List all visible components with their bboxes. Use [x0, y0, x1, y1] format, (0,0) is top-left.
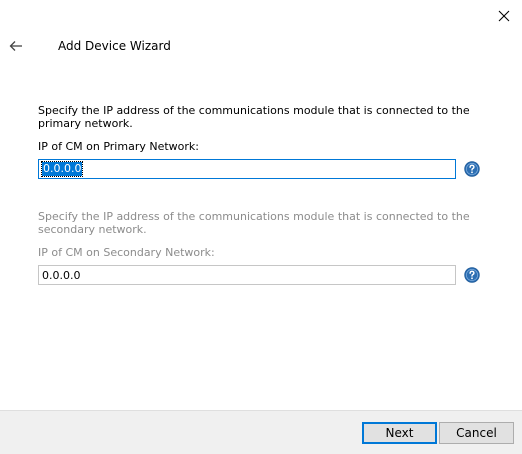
primary-description: Specify the IP address of the communicat…	[38, 104, 470, 130]
primary-network-section: Specify the IP address of the communicat…	[38, 104, 488, 179]
secondary-ip-row: 0.0.0.0	[38, 265, 488, 285]
primary-ip-label: IP of CM on Primary Network:	[38, 140, 199, 153]
secondary-ip-input[interactable]: 0.0.0.0	[38, 265, 456, 285]
primary-ip-input[interactable]: 0.0.0.0	[38, 159, 456, 179]
secondary-ip-label: IP of CM on Secondary Network:	[38, 246, 215, 259]
help-icon[interactable]	[464, 161, 480, 177]
wizard-title: Add Device Wizard	[58, 39, 171, 53]
back-button[interactable]	[6, 36, 26, 56]
primary-ip-value: 0.0.0.0	[40, 161, 84, 177]
primary-ip-row: 0.0.0.0	[38, 159, 488, 179]
close-button[interactable]	[494, 6, 514, 26]
add-device-wizard-window: Add Device Wizard Specify the IP address…	[0, 0, 522, 454]
secondary-ip-value: 0.0.0.0	[42, 268, 81, 282]
footer-bar: Next Cancel	[0, 410, 522, 454]
next-button[interactable]: Next	[362, 422, 437, 444]
secondary-description: Specify the IP address of the communicat…	[38, 210, 470, 236]
close-icon	[498, 10, 510, 22]
cancel-button[interactable]: Cancel	[439, 422, 514, 444]
help-icon[interactable]	[464, 267, 480, 283]
secondary-network-section: Specify the IP address of the communicat…	[38, 210, 488, 285]
back-arrow-icon	[9, 41, 22, 51]
